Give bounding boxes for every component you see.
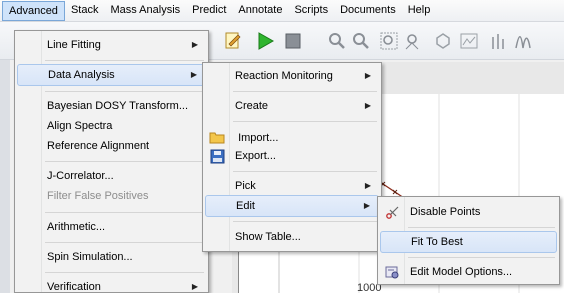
menu-item-spin-simulation[interactable]: Spin Simulation... [17, 246, 206, 268]
scissors-icon [384, 204, 400, 220]
menu-predict[interactable]: Predict [186, 1, 232, 21]
save-icon [209, 148, 225, 164]
menu-separator [233, 221, 377, 222]
menu-item-verification[interactable]: Verification ▶ [17, 276, 206, 293]
zoom-region-icon[interactable] [378, 30, 400, 52]
data-analysis-label: Data Analysis [48, 69, 115, 81]
menu-separator [45, 91, 204, 92]
bayesian-dosy-label: Bayesian DOSY Transform... [47, 100, 189, 112]
create-label: Create [235, 100, 269, 112]
zoom-in-icon[interactable] [326, 30, 348, 52]
play-icon[interactable] [254, 30, 276, 52]
menu-item-reaction-monitoring[interactable]: Reaction Monitoring ▶ [205, 65, 379, 87]
submenu-arrow-icon: ▶ [191, 40, 198, 49]
submenu-arrow-icon: ▶ [364, 181, 371, 190]
spin-simulation-label: Spin Simulation... [47, 251, 133, 263]
menu-mass-analysis[interactable]: Mass Analysis [104, 1, 186, 21]
menu-separator [45, 212, 204, 213]
menu-item-data-analysis[interactable]: Data Analysis ▶ [17, 64, 206, 86]
molecule-icon[interactable] [432, 30, 454, 52]
arithmetic-label: Arithmetic... [47, 221, 106, 233]
stop-icon[interactable] [282, 30, 304, 52]
spectrum-image-icon[interactable] [458, 30, 480, 52]
edit-model-options-label: Edit Model Options... [410, 266, 513, 278]
submenu-arrow-icon: ▶ [191, 282, 198, 291]
edit-label: Edit [236, 200, 255, 212]
align-spectra-label: Align Spectra [47, 120, 113, 132]
multiplet-icon[interactable] [512, 30, 534, 52]
menu-separator [233, 121, 377, 122]
fit-to-best-label: Fit To Best [411, 236, 463, 248]
menu-item-arithmetic[interactable]: Arithmetic... [17, 216, 206, 238]
j-correlator-label: J-Correlator... [47, 170, 114, 182]
left-panel-edge [0, 60, 10, 293]
submenu-arrow-icon: ▶ [190, 70, 197, 79]
menu-separator [45, 272, 204, 273]
menu-item-line-fitting[interactable]: Line Fitting ▶ [17, 34, 206, 56]
menu-bar: Advanced Stack Mass Analysis Predict Ann… [0, 0, 564, 22]
menu-separator [45, 161, 204, 162]
show-table-label: Show Table... [235, 231, 301, 243]
menu-item-j-correlator[interactable]: J-Correlator... [17, 165, 206, 187]
menu-scripts[interactable]: Scripts [288, 1, 334, 21]
menu-documents[interactable]: Documents [334, 1, 402, 21]
reaction-monitoring-label: Reaction Monitoring [235, 70, 333, 82]
peak-pick-icon[interactable] [402, 30, 424, 52]
menu-separator [233, 171, 377, 172]
export-label: Export... [235, 150, 276, 162]
folder-icon [209, 129, 225, 145]
menu-item-reference-alignment[interactable]: Reference Alignment [17, 135, 206, 157]
script-edit-icon[interactable] [222, 30, 244, 52]
menu-item-fit-to-best[interactable]: Fit To Best [380, 231, 557, 253]
menu-item-edit[interactable]: Edit ▶ [205, 195, 379, 217]
advanced-menu: Line Fitting ▶ Data Analysis ▶ Bayesian … [14, 30, 209, 293]
disable-points-label: Disable Points [410, 206, 481, 218]
reference-alignment-label: Reference Alignment [47, 140, 150, 152]
submenu-arrow-icon: ▶ [364, 71, 371, 80]
edit-submenu: Disable Points Fit To Best Edit Model Op… [377, 196, 560, 285]
integrate-icon[interactable] [488, 30, 510, 52]
submenu-arrow-icon: ▶ [363, 201, 370, 210]
verification-label: Verification [47, 281, 101, 293]
menu-stack[interactable]: Stack [65, 1, 105, 21]
menu-item-align-spectra[interactable]: Align Spectra [17, 115, 206, 137]
menu-item-disable-points[interactable]: Disable Points [380, 201, 557, 223]
menu-item-edit-model-options[interactable]: Edit Model Options... [380, 261, 557, 283]
data-analysis-submenu: Reaction Monitoring ▶ Create ▶ Import...… [202, 62, 382, 252]
menu-advanced[interactable]: Advanced [2, 0, 65, 21]
filter-false-positives-label: Filter False Positives [47, 190, 149, 202]
import-label: Import... [238, 132, 279, 144]
menu-item-import[interactable]: Import... [205, 125, 379, 147]
menu-item-export[interactable]: Export... [205, 145, 379, 167]
menu-separator [233, 91, 377, 92]
menu-separator [408, 257, 555, 258]
zoom-out-icon[interactable] [350, 30, 372, 52]
menu-item-pick[interactable]: Pick ▶ [205, 175, 379, 197]
menu-separator [45, 242, 204, 243]
menu-separator [45, 60, 204, 61]
menu-annotate[interactable]: Annotate [232, 1, 288, 21]
options-icon [384, 264, 400, 280]
menu-separator [408, 227, 555, 228]
menu-item-show-table[interactable]: Show Table... [205, 226, 379, 248]
menu-item-bayesian-dosy[interactable]: Bayesian DOSY Transform... [17, 95, 206, 117]
line-fitting-label: Line Fitting [47, 39, 101, 51]
submenu-arrow-icon: ▶ [364, 101, 371, 110]
menu-item-filter-false-positives: Filter False Positives [17, 185, 206, 207]
menu-help[interactable]: Help [402, 1, 437, 21]
menu-item-create[interactable]: Create ▶ [205, 95, 379, 117]
pick-label: Pick [235, 180, 256, 192]
